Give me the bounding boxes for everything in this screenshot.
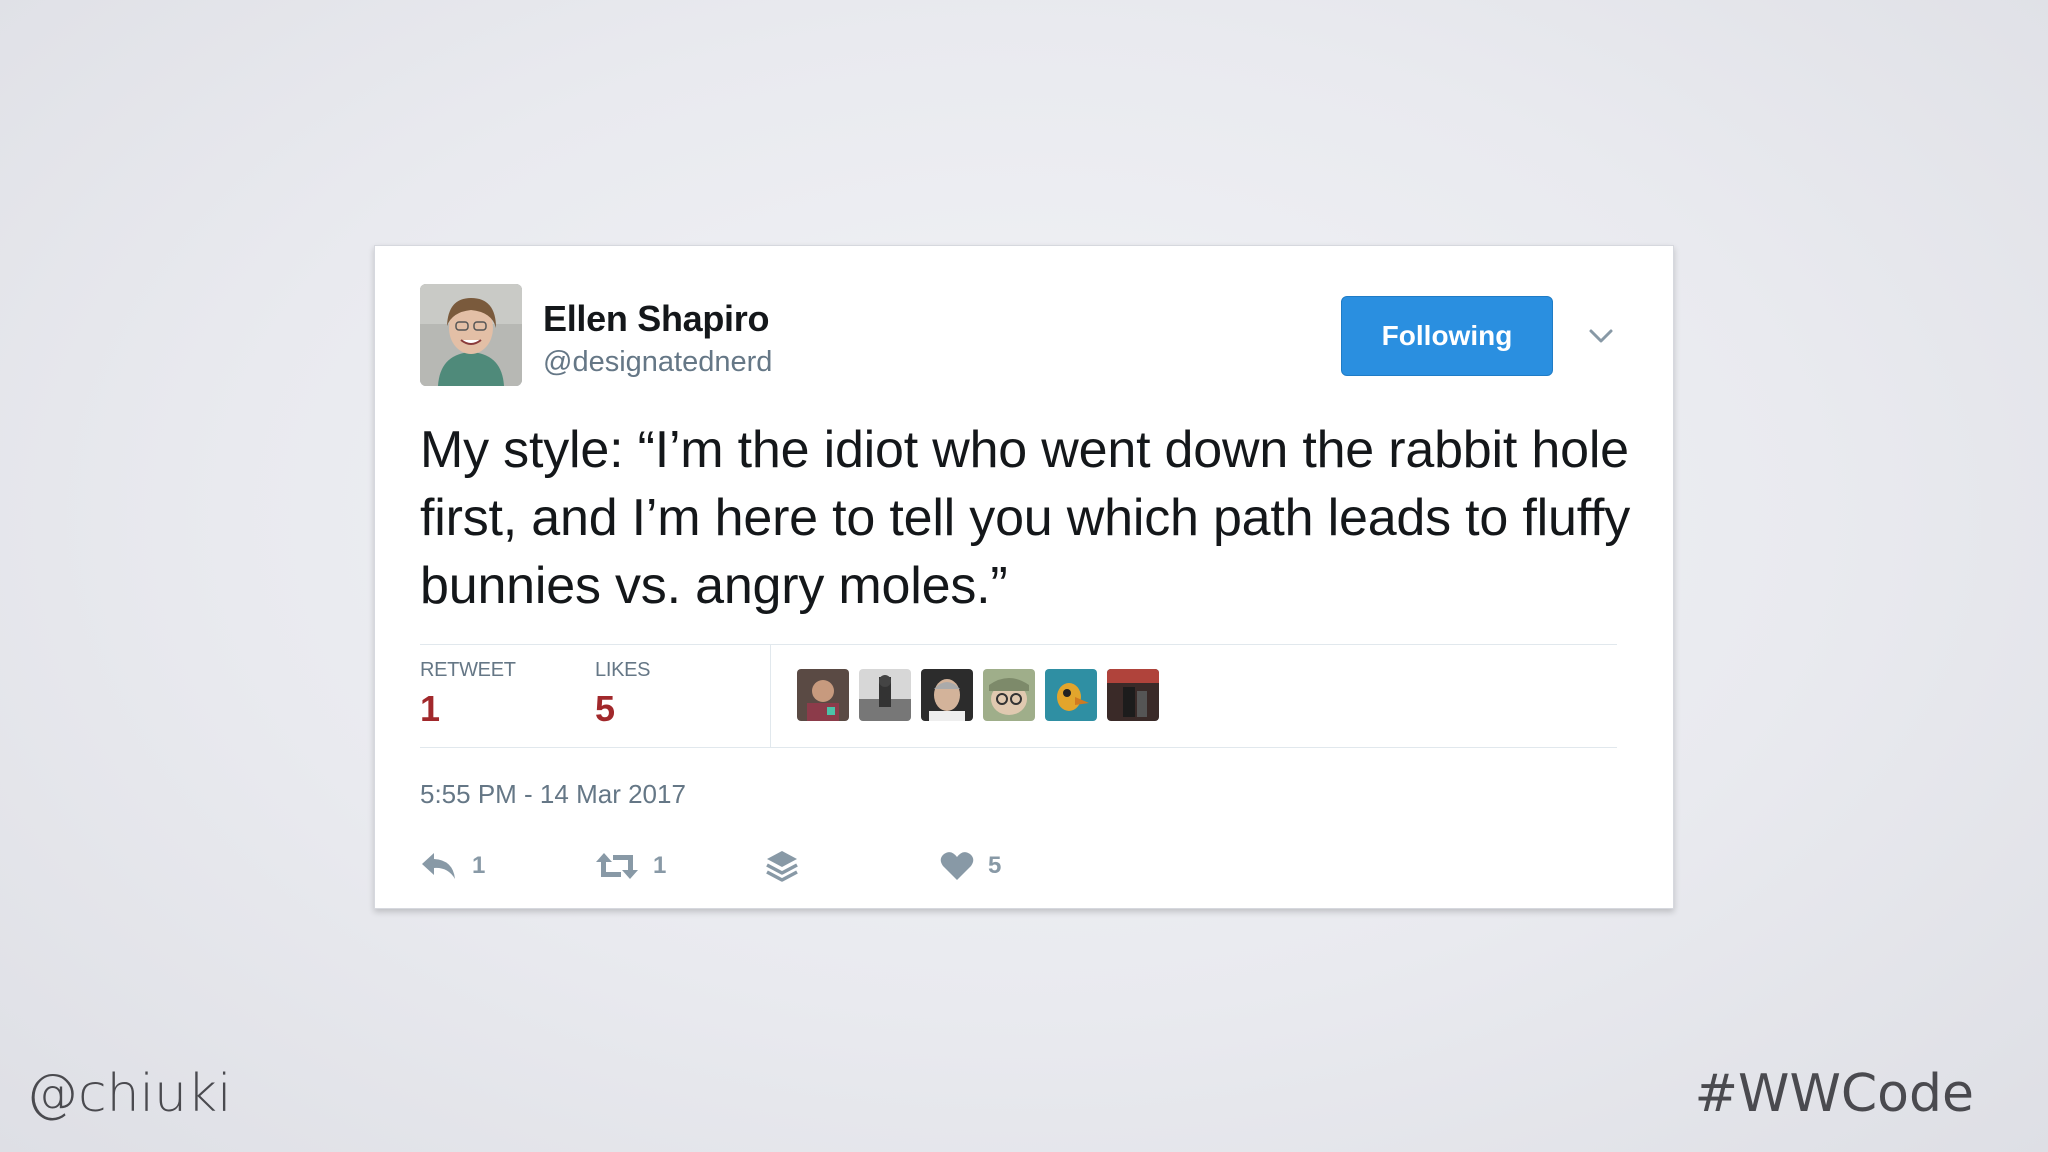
retweet-count: 1 xyxy=(653,852,667,879)
author-handle[interactable]: @designatednerd xyxy=(543,346,772,379)
author-avatar[interactable] xyxy=(420,284,522,386)
reply-count: 1 xyxy=(472,852,486,879)
liker-avatar[interactable] xyxy=(1107,669,1159,721)
liker-avatar[interactable] xyxy=(983,669,1035,721)
caret-down-icon[interactable] xyxy=(1587,326,1615,346)
liker-avatar[interactable] xyxy=(797,669,849,721)
liker-avatar[interactable] xyxy=(1045,669,1097,721)
tweet-timestamp[interactable]: 5:55 PM - 14 Mar 2017 xyxy=(420,779,686,810)
tweet-text: My style: “I’m the idiot who went down t… xyxy=(420,421,1631,615)
tweet-stats: RETWEET 1 LIKES 5 xyxy=(420,644,1617,748)
slide-footer-left: @chiuki xyxy=(26,1064,232,1124)
stats-divider xyxy=(770,645,771,747)
reply-action[interactable]: 1 xyxy=(420,846,485,886)
liker-avatar[interactable] xyxy=(921,669,973,721)
retweet-stat[interactable]: RETWEET 1 xyxy=(420,659,516,730)
likes-stat-count: 5 xyxy=(595,688,616,729)
stack-icon xyxy=(766,851,798,882)
like-action[interactable]: 5 xyxy=(940,846,1001,886)
retweet-action[interactable]: 1 xyxy=(595,846,666,886)
heart-icon xyxy=(940,852,974,880)
retweet-icon xyxy=(596,853,638,879)
stack-action[interactable] xyxy=(765,846,799,886)
likes-stat[interactable]: LIKES 5 xyxy=(595,659,651,730)
author-display-name[interactable]: Ellen Shapiro xyxy=(543,298,769,340)
reply-icon xyxy=(422,853,455,879)
like-count: 5 xyxy=(988,852,1002,879)
retweet-stat-count: 1 xyxy=(420,688,441,729)
likes-stat-label: LIKES xyxy=(595,659,651,681)
liker-avatar[interactable] xyxy=(859,669,911,721)
following-button[interactable]: Following xyxy=(1341,296,1553,376)
tweet-card: Ellen Shapiro @designatednerd Following … xyxy=(374,245,1674,909)
slide-footer-right: #WWCode xyxy=(1694,1064,1974,1124)
retweet-stat-label: RETWEET xyxy=(420,659,516,681)
